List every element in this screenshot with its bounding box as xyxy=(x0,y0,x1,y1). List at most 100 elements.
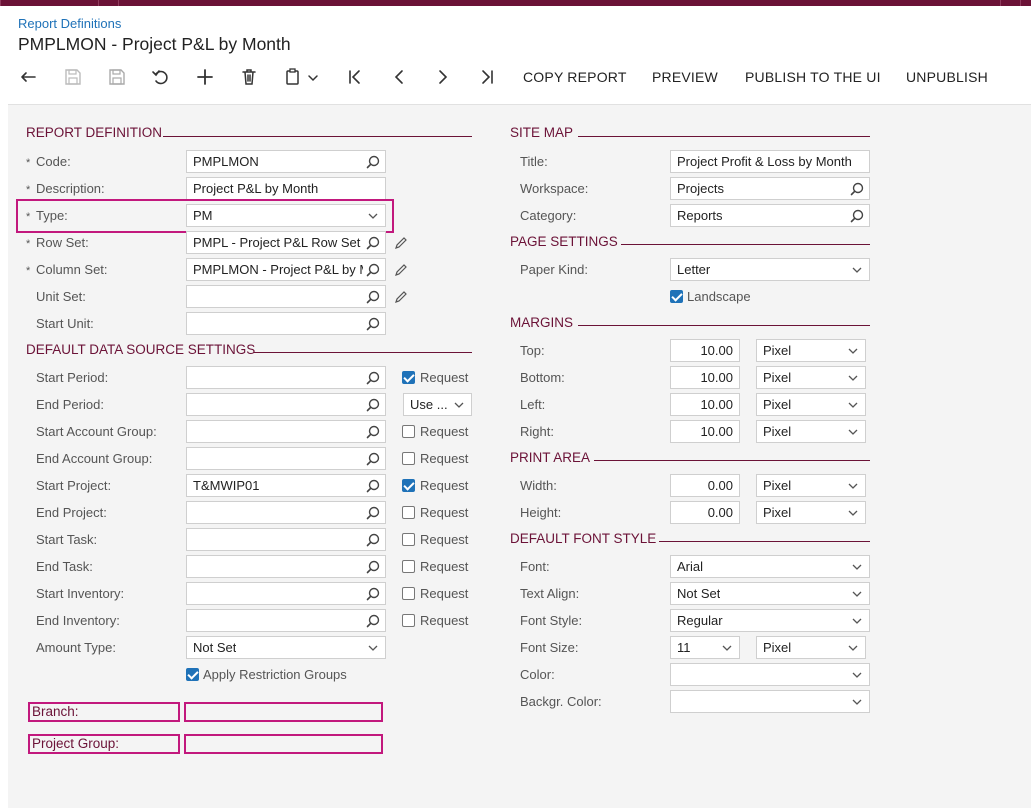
chevron-down-icon[interactable] xyxy=(849,262,865,278)
margin-left-field[interactable]: 10.00 xyxy=(670,393,740,416)
row-set-field[interactable]: PMPL - Project P&L Row Set xyxy=(186,231,386,254)
end-task-request-checkbox[interactable] xyxy=(402,560,415,573)
save-close-icon[interactable] xyxy=(106,66,128,88)
undo-arrow-icon[interactable] xyxy=(18,66,40,88)
workspace-field[interactable]: Projects xyxy=(670,177,870,200)
publish-button[interactable]: PUBLISH TO THE UI xyxy=(745,69,881,85)
start-project-request-checkbox[interactable] xyxy=(402,479,415,492)
search-icon[interactable] xyxy=(365,289,381,305)
color-select[interactable] xyxy=(670,663,870,686)
delete-icon[interactable] xyxy=(238,66,260,88)
paper-kind-select[interactable]: Letter xyxy=(670,258,870,281)
font-size-unit-select[interactable]: Pixel xyxy=(756,636,866,659)
chevron-down-icon[interactable] xyxy=(849,694,865,710)
start-task-request-checkbox[interactable] xyxy=(402,533,415,546)
font-style-select[interactable]: Regular xyxy=(670,609,870,632)
next-record-icon[interactable] xyxy=(432,66,454,88)
chevron-down-icon[interactable] xyxy=(845,505,861,521)
start-period-field[interactable] xyxy=(186,366,386,389)
start-project-field[interactable]: T&MWIP01 xyxy=(186,474,386,497)
margin-right-field[interactable]: 10.00 xyxy=(670,420,740,443)
last-record-icon[interactable] xyxy=(476,66,498,88)
search-icon[interactable] xyxy=(365,154,381,170)
backgr-color-select[interactable] xyxy=(670,690,870,713)
chevron-down-icon[interactable] xyxy=(306,66,320,88)
search-icon[interactable] xyxy=(365,235,381,251)
font-select[interactable]: Arial xyxy=(670,555,870,578)
search-icon[interactable] xyxy=(365,451,381,467)
margin-top-unit-select[interactable]: Pixel xyxy=(756,339,866,362)
breadcrumb[interactable]: Report Definitions xyxy=(18,16,121,31)
chevron-down-icon[interactable] xyxy=(845,343,861,359)
unpublish-button[interactable]: UNPUBLISH xyxy=(906,69,988,85)
search-icon[interactable] xyxy=(365,397,381,413)
chevron-down-icon[interactable] xyxy=(849,667,865,683)
margin-top-field[interactable]: 10.00 xyxy=(670,339,740,362)
chevron-down-icon[interactable] xyxy=(845,424,861,440)
add-icon[interactable] xyxy=(194,66,216,88)
search-icon[interactable] xyxy=(365,424,381,440)
chevron-down-icon[interactable] xyxy=(719,640,735,656)
start-period-request-checkbox[interactable] xyxy=(402,371,415,384)
chevron-down-icon[interactable] xyxy=(845,397,861,413)
start-account-group-request-checkbox[interactable] xyxy=(402,425,415,438)
end-project-field[interactable] xyxy=(186,501,386,524)
edit-pencil-icon[interactable] xyxy=(394,263,408,277)
chevron-down-icon[interactable] xyxy=(365,640,381,656)
search-icon[interactable] xyxy=(365,559,381,575)
end-inventory-field[interactable] xyxy=(186,609,386,632)
print-width-unit-select[interactable]: Pixel xyxy=(756,474,866,497)
end-account-group-request-checkbox[interactable] xyxy=(402,452,415,465)
description-field[interactable]: Project P&L by Month xyxy=(186,177,386,200)
clipboard-icon[interactable] xyxy=(282,66,304,88)
start-inventory-request-checkbox[interactable] xyxy=(402,587,415,600)
landscape-checkbox[interactable] xyxy=(670,290,683,303)
amount-type-select[interactable]: Not Set xyxy=(186,636,386,659)
margin-left-unit-select[interactable]: Pixel xyxy=(756,393,866,416)
copy-report-button[interactable]: COPY REPORT xyxy=(523,69,627,85)
branch-field[interactable] xyxy=(184,702,383,722)
end-period-field[interactable] xyxy=(186,393,386,416)
search-icon[interactable] xyxy=(849,181,865,197)
end-project-request-checkbox[interactable] xyxy=(402,506,415,519)
first-record-icon[interactable] xyxy=(344,66,366,88)
prev-record-icon[interactable] xyxy=(388,66,410,88)
margin-bottom-unit-select[interactable]: Pixel xyxy=(756,366,866,389)
end-task-field[interactable] xyxy=(186,555,386,578)
print-height-field[interactable]: 0.00 xyxy=(670,501,740,524)
start-task-field[interactable] xyxy=(186,528,386,551)
chevron-down-icon[interactable] xyxy=(849,586,865,602)
category-field[interactable]: Reports xyxy=(670,204,870,227)
start-account-group-field[interactable] xyxy=(186,420,386,443)
column-set-field[interactable]: PMPLMON - Project P&L by M xyxy=(186,258,386,281)
start-inventory-field[interactable] xyxy=(186,582,386,605)
chevron-down-icon[interactable] xyxy=(845,370,861,386)
search-icon[interactable] xyxy=(365,586,381,602)
search-icon[interactable] xyxy=(365,370,381,386)
unit-set-field[interactable] xyxy=(186,285,386,308)
print-width-field[interactable]: 0.00 xyxy=(670,474,740,497)
search-icon[interactable] xyxy=(365,316,381,332)
font-size-select[interactable]: 11 xyxy=(670,636,740,659)
site-title-field[interactable]: Project Profit & Loss by Month xyxy=(670,150,870,173)
search-icon[interactable] xyxy=(365,532,381,548)
text-align-select[interactable]: Not Set xyxy=(670,582,870,605)
preview-button[interactable]: PREVIEW xyxy=(652,69,718,85)
edit-pencil-icon[interactable] xyxy=(394,236,408,250)
edit-pencil-icon[interactable] xyxy=(394,290,408,304)
revert-icon[interactable] xyxy=(150,66,172,88)
search-icon[interactable] xyxy=(365,505,381,521)
end-account-group-field[interactable] xyxy=(186,447,386,470)
start-unit-field[interactable] xyxy=(186,312,386,335)
print-height-unit-select[interactable]: Pixel xyxy=(756,501,866,524)
apply-restriction-checkbox[interactable] xyxy=(186,668,199,681)
search-icon[interactable] xyxy=(365,478,381,494)
end-period-use-select[interactable]: Use ... xyxy=(403,393,472,416)
chevron-down-icon[interactable] xyxy=(845,478,861,494)
code-field[interactable]: PMPLMON xyxy=(186,150,386,173)
search-icon[interactable] xyxy=(365,613,381,629)
margin-right-unit-select[interactable]: Pixel xyxy=(756,420,866,443)
chevron-down-icon[interactable] xyxy=(451,397,467,413)
chevron-down-icon[interactable] xyxy=(849,613,865,629)
project-group-field[interactable] xyxy=(184,734,383,754)
